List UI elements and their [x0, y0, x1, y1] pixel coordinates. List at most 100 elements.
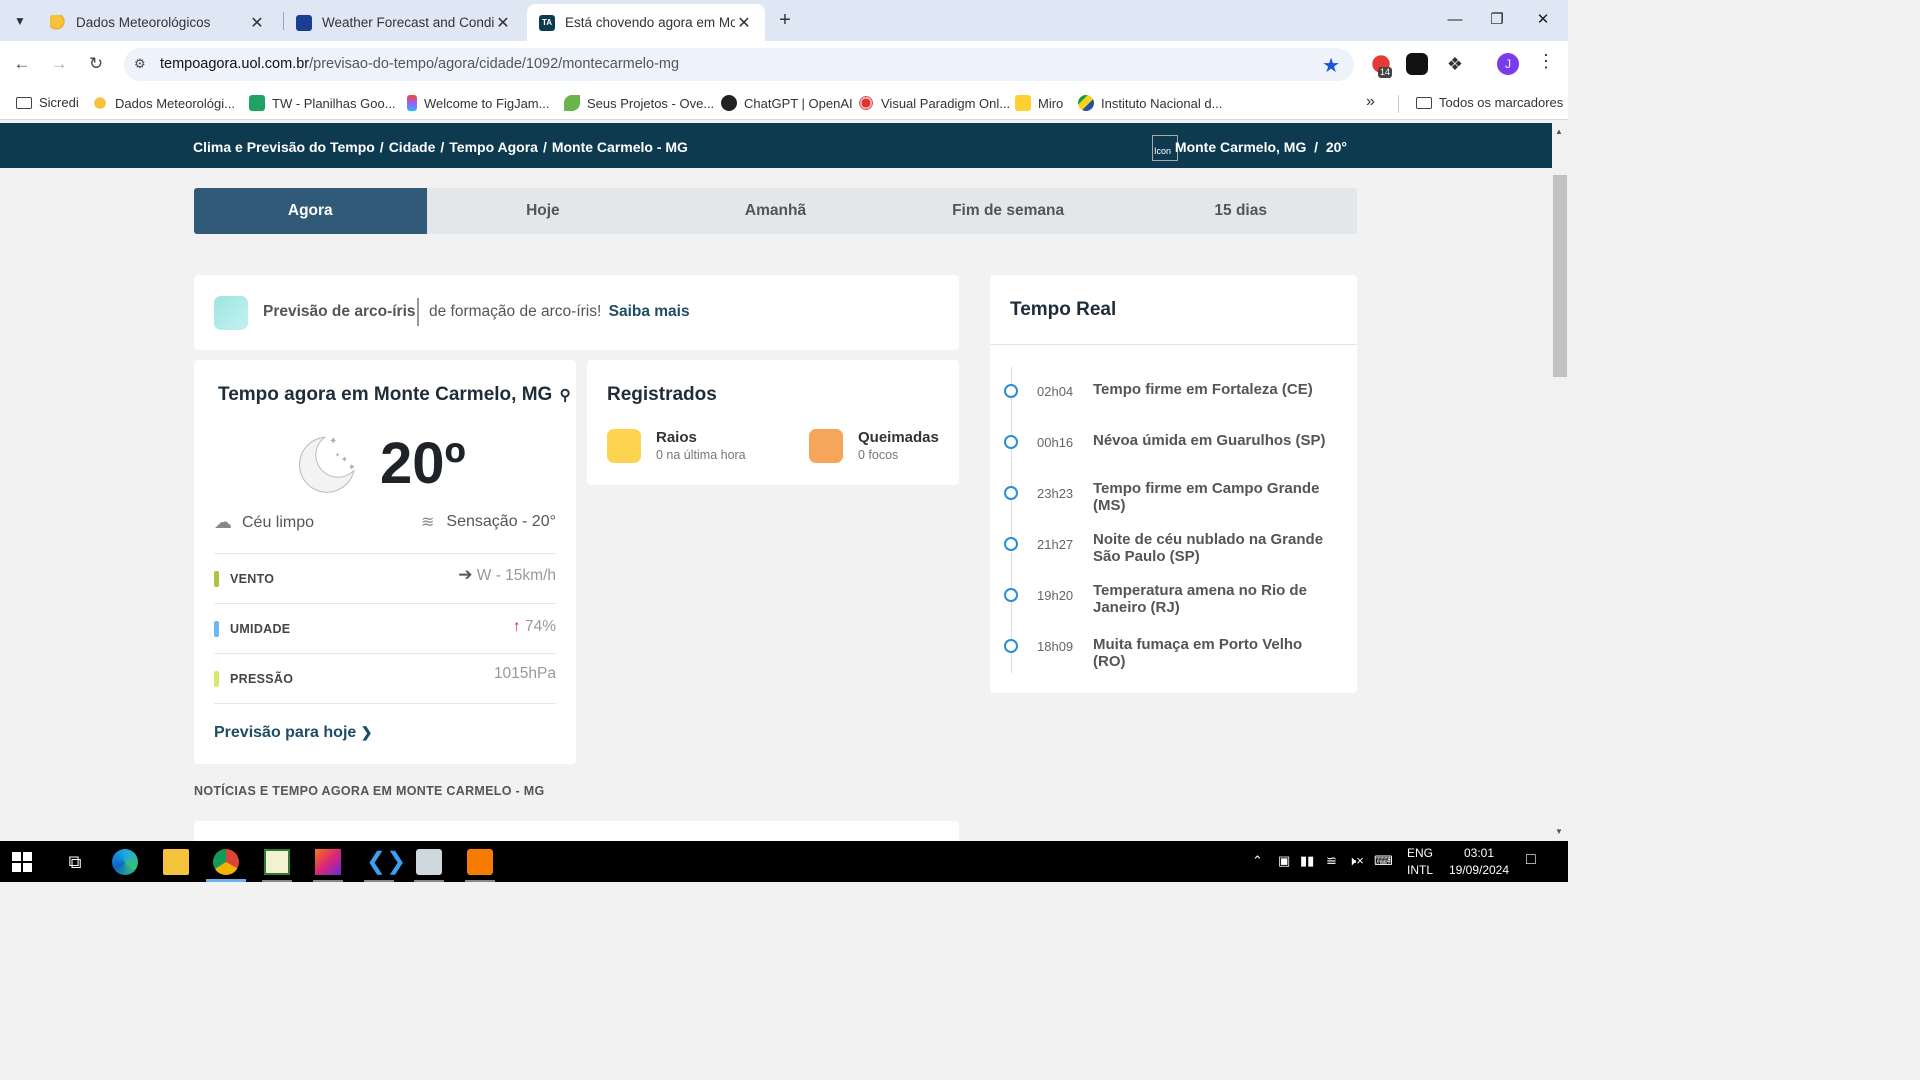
open-app-indicator [364, 880, 394, 882]
profile-avatar[interactable]: J [1497, 53, 1519, 75]
minimize-button[interactable]: — [1432, 0, 1478, 41]
url-text[interactable]: tempoagora.uol.com.br/previsao-do-tempo/… [160, 56, 679, 72]
battery-icon[interactable]: ▮▮ [1300, 853, 1314, 869]
open-app-indicator [414, 880, 444, 882]
close-icon[interactable]: ✕ [735, 13, 753, 33]
scroll-up-arrow-icon[interactable]: ▲ [1555, 127, 1563, 136]
bookmark-label: Todos os marcadores [1439, 95, 1564, 110]
edge-icon[interactable] [112, 849, 138, 875]
keyboard-icon[interactable]: ⌨ [1374, 853, 1393, 869]
new-tab-button[interactable]: + [772, 8, 798, 34]
bookmark-star-icon[interactable]: ★ [1322, 53, 1340, 78]
speaker-muted-icon[interactable]: 🕨× [1348, 853, 1364, 869]
notification-icon[interactable]: □ [1526, 851, 1536, 869]
saiba-mais-link[interactable]: Saiba mais [609, 303, 690, 320]
vscode-icon[interactable]: ❮❯ [366, 849, 406, 875]
bookmark-chatgpt[interactable]: ChatGPT | OpenAI [721, 95, 853, 111]
forward-arrow-icon[interactable]: → [46, 51, 72, 77]
tab-hoje[interactable]: Hoje [427, 188, 660, 234]
realtime-text[interactable]: Névoa úmida em Guarulhos (SP) [1093, 432, 1338, 449]
bookmarks-bar: Sicredi Dados Meteorológi... TW - Planil… [0, 87, 1568, 120]
bookmark-label: Sicredi [39, 95, 79, 110]
back-arrow-icon[interactable]: ← [9, 51, 35, 77]
reload-icon[interactable]: ↻ [83, 51, 109, 77]
system-clock[interactable]: 03:01 19/09/2024 [1446, 845, 1512, 879]
chevron-double-right-icon[interactable]: » [1366, 93, 1375, 111]
figma-icon [407, 95, 417, 111]
pdf-app-icon[interactable] [467, 849, 493, 875]
tab-tempo-agora[interactable]: TA Está chovendo agora em Monte Carmelo … [527, 4, 765, 41]
cloud-icon: ☁ [214, 512, 232, 532]
address-bar[interactable]: ⚙ tempoagora.uol.com.br/previsao-do-temp… [124, 48, 1354, 81]
bookmark-planilhas[interactable]: TW - Planilhas Goo... [249, 95, 396, 111]
close-window-button[interactable]: ✕ [1520, 0, 1566, 41]
scroll-down-arrow-icon[interactable]: ▼ [1555, 827, 1563, 836]
chevron-up-icon[interactable]: ⌃ [1252, 853, 1263, 869]
svg-text:✦: ✦ [341, 455, 348, 464]
fires-count: 0 focos [858, 448, 899, 462]
language-indicator[interactable]: ENG INTL [1405, 845, 1435, 879]
wind-arrow-icon: ➔ [458, 565, 473, 584]
close-icon[interactable]: ✕ [494, 13, 512, 33]
tab-fim-de-semana[interactable]: Fim de semana [892, 188, 1125, 234]
timeline-dot [1004, 588, 1018, 602]
page-scrollbar[interactable]: ▲ ▼ [1552, 123, 1568, 841]
timeline-dot [1004, 435, 1018, 449]
breadcrumb: Clima e Previsão do Tempo / Cidade / Tempo A… [193, 139, 688, 155]
close-icon[interactable]: ✕ [248, 13, 266, 33]
realtime-card: Tempo Real 02h04 Tempo firme em Fortalez… [990, 275, 1357, 693]
clear-night-moon-icon: ✦ ✦ ✦ ✦ [299, 436, 356, 493]
location-pin-icon[interactable]: ⚲ [560, 387, 571, 404]
restore-button[interactable]: ❐ [1474, 0, 1520, 41]
scrollbar-thumb[interactable] [1553, 175, 1567, 377]
meet-now-icon[interactable]: ▣ [1278, 853, 1290, 869]
tab-weather-forecast[interactable]: Weather Forecast and Conditions ✕ [284, 4, 524, 41]
bookmark-visual-paradigm[interactable]: Visual Paradigm Onl... [858, 95, 1010, 111]
realtime-text[interactable]: Tempo firme em Campo Grande (MS) [1093, 480, 1338, 514]
timeline-line [1011, 367, 1012, 673]
tab-amanha[interactable]: Amanhã [659, 188, 892, 234]
realtime-text[interactable]: Noite de céu nublado na Grande São Paulo… [1093, 531, 1338, 565]
file-explorer-icon[interactable] [163, 849, 189, 875]
tab-dados-meteorologicos[interactable]: Dados Meteorológicos ✕ [38, 4, 278, 41]
tab-15-dias[interactable]: 15 dias [1124, 188, 1357, 234]
previsao-hoje-text: Previsão para hoje [214, 724, 357, 741]
intellij-icon[interactable] [315, 849, 341, 875]
notepad-icon[interactable] [264, 849, 290, 875]
chrome-icon[interactable] [213, 849, 239, 875]
bookmark-all-folders[interactable]: Todos os marcadores [1416, 95, 1563, 110]
breadcrumb-item[interactable]: Clima e Previsão do Tempo [193, 139, 375, 155]
bookmark-figjam[interactable]: Welcome to FigJam... [407, 95, 549, 111]
windows-start-icon[interactable] [12, 852, 32, 872]
tab-agora[interactable]: Agora [194, 188, 427, 234]
breadcrumb-item[interactable]: Tempo Agora [449, 139, 538, 155]
condition-text: Céu limpo [242, 513, 315, 531]
extension-glasses-icon[interactable] [1406, 53, 1428, 75]
printer-app-icon[interactable] [416, 849, 442, 875]
realtime-text[interactable]: Tempo firme em Fortaleza (CE) [1093, 381, 1338, 398]
site-settings-icon[interactable]: ⚙ [134, 56, 150, 72]
extensions-puzzle-icon[interactable]: ❖ [1444, 53, 1466, 75]
bookmark-label: Welcome to FigJam... [424, 95, 550, 111]
wifi-icon[interactable]: ≌ [1326, 853, 1337, 869]
site-top-bar: Clima e Previsão do Tempo / Cidade / Tempo A… [0, 123, 1552, 168]
bookmark-label: Miro [1038, 95, 1064, 111]
bookmark-sicredi[interactable]: Sicredi [16, 95, 79, 110]
breadcrumb-item[interactable]: Cidade [389, 139, 436, 155]
bookmark-projetos[interactable]: Seus Projetos - Ove... [564, 95, 714, 111]
bookmark-dados[interactable]: Dados Meteorológi... [92, 95, 235, 111]
pressure-color-marker [214, 671, 219, 687]
bookmark-instituto[interactable]: Instituto Nacional d... [1078, 95, 1222, 111]
news-card [194, 821, 959, 841]
timeline-dot [1004, 486, 1018, 500]
realtime-text[interactable]: Muita fumaça em Porto Velho (RO) [1093, 636, 1338, 670]
tab-search-button[interactable]: ▼ [6, 7, 34, 35]
sheets-icon [249, 95, 265, 111]
realtime-text[interactable]: Temperatura amena no Rio de Janeiro (RJ) [1093, 582, 1338, 616]
svg-text:✦: ✦ [329, 436, 337, 447]
bookmark-miro[interactable]: Miro [1015, 95, 1063, 111]
task-view-icon[interactable]: ⧉ [62, 849, 88, 875]
menu-dots-icon[interactable]: ⋮ [1537, 51, 1555, 72]
previsao-hoje-link[interactable]: Previsão para hoje ❯ [214, 724, 372, 742]
header-location[interactable]: Monte Carmelo, MG / 20° [1175, 139, 1347, 155]
